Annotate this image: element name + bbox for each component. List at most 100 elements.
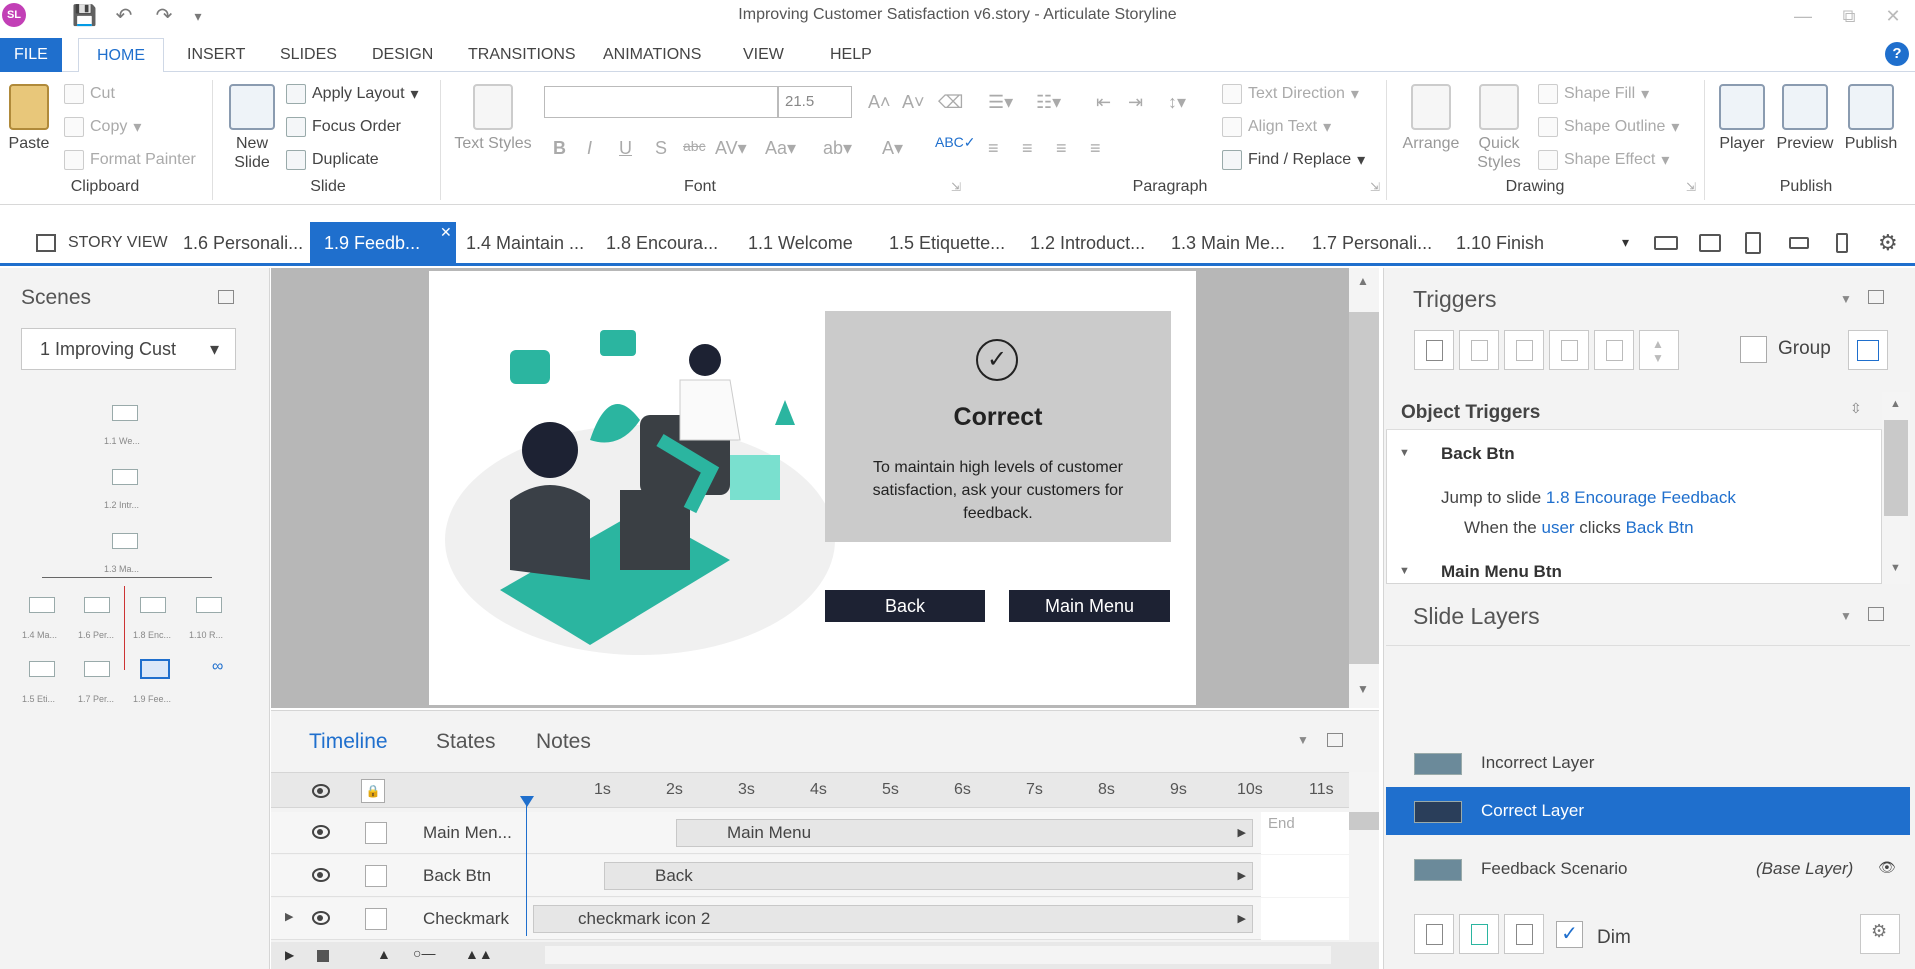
- scrollbar-thumb[interactable]: [1349, 812, 1379, 830]
- undock-panel-icon[interactable]: [1868, 290, 1884, 304]
- tab-slides[interactable]: SLIDES: [262, 38, 355, 72]
- shape-outline-button[interactable]: Shape Outline ▾: [1538, 117, 1679, 137]
- align-center-icon[interactable]: ≡: [1022, 138, 1033, 159]
- scene-node[interactable]: [112, 469, 138, 485]
- scene-node[interactable]: [140, 597, 166, 613]
- scroll-down-icon[interactable]: ▼: [1357, 682, 1369, 696]
- paste-button[interactable]: Paste: [6, 84, 52, 153]
- shadow-icon[interactable]: S: [655, 138, 667, 159]
- tablet-landscape-icon[interactable]: [1699, 234, 1721, 252]
- scene-node-selected[interactable]: [140, 659, 170, 679]
- paste-trigger-button[interactable]: [1549, 330, 1589, 370]
- new-slide-button[interactable]: New Slide: [224, 84, 280, 172]
- dim-checkbox[interactable]: ✓: [1556, 921, 1583, 948]
- grow-font-icon[interactable]: A˄: [868, 92, 891, 113]
- canvas-scrollbar[interactable]: ▲ ▼: [1349, 268, 1379, 708]
- timeline-row[interactable]: ▶ Checkmark checkmark icon 2 ▶: [271, 898, 1349, 940]
- tab-home[interactable]: HOME: [78, 38, 164, 73]
- tab-design[interactable]: DESIGN: [354, 38, 451, 72]
- tab-states[interactable]: States: [436, 730, 496, 754]
- tab-timeline[interactable]: Timeline: [309, 730, 388, 754]
- slide-tab[interactable]: 1.5 Etiquette...: [889, 222, 1005, 264]
- triggers-scrollbar[interactable]: ▲ ▼: [1882, 392, 1910, 584]
- tab-transitions[interactable]: TRANSITIONS: [450, 38, 594, 72]
- scene-node[interactable]: [29, 661, 55, 677]
- collapse-panel-icon[interactable]: ▼: [1840, 292, 1852, 306]
- scene-node[interactable]: [84, 661, 110, 677]
- trigger-when-user[interactable]: user: [1542, 518, 1575, 537]
- scene-node[interactable]: [84, 597, 110, 613]
- copy-button[interactable]: Copy ▾: [64, 117, 141, 137]
- phone-portrait-icon[interactable]: [1836, 233, 1848, 253]
- lock-icon[interactable]: 🔒: [361, 779, 385, 803]
- timeline-bar[interactable]: Back ▶: [604, 862, 1253, 890]
- scene-select[interactable]: 1 Improving Cust ▾: [21, 328, 236, 370]
- slide-tab[interactable]: 1.8 Encoura...: [606, 222, 718, 264]
- story-view-tab[interactable]: STORY VIEW: [68, 222, 168, 264]
- checkmark-icon[interactable]: ✓: [976, 339, 1018, 381]
- gear-icon[interactable]: ⚙: [1878, 230, 1898, 256]
- cut-button[interactable]: Cut: [64, 84, 115, 104]
- timeline-row[interactable]: Back Btn Back ▶: [271, 855, 1349, 897]
- story-view-icon[interactable]: [36, 234, 56, 252]
- arrange-button[interactable]: Arrange: [1396, 84, 1466, 153]
- visibility-eye-icon[interactable]: [312, 825, 330, 839]
- format-painter-button[interactable]: Format Painter: [64, 150, 196, 170]
- increase-indent-icon[interactable]: ⇥: [1128, 92, 1143, 113]
- publish-button[interactable]: Publish: [1840, 84, 1902, 153]
- close-tab-icon[interactable]: ✕: [440, 224, 452, 241]
- find-replace-button[interactable]: Find / Replace ▾: [1222, 150, 1365, 170]
- undock-panel-icon[interactable]: [1327, 733, 1343, 747]
- trigger-action-target[interactable]: 1.8 Encourage Feedback: [1546, 488, 1736, 507]
- align-right-icon[interactable]: ≡: [1056, 138, 1067, 159]
- trigger-object-name[interactable]: Main Menu Btn: [1441, 562, 1562, 582]
- scene-node[interactable]: [29, 597, 55, 613]
- scene-node[interactable]: [112, 405, 138, 421]
- eye-icon[interactable]: 👁: [1878, 859, 1896, 876]
- character-spacing-icon[interactable]: AV▾: [715, 138, 747, 159]
- layer-item-selected[interactable]: Correct Layer: [1386, 787, 1910, 835]
- clear-format-icon[interactable]: ⌫: [938, 92, 963, 113]
- tab-file[interactable]: FILE: [0, 38, 62, 72]
- undock-panel-icon[interactable]: [1868, 607, 1884, 621]
- scene-node[interactable]: [196, 597, 222, 613]
- focus-order-button[interactable]: Focus Order: [286, 117, 401, 137]
- slide-tab[interactable]: 1.4 Maintain ...: [466, 222, 584, 264]
- phone-landscape-icon[interactable]: [1789, 237, 1809, 249]
- timeline-hscrollbar[interactable]: [545, 946, 1331, 964]
- timeline-vscrollbar[interactable]: [1349, 772, 1379, 942]
- text-styles-button[interactable]: Text Styles: [450, 84, 536, 153]
- timeline-bar[interactable]: checkmark icon 2 ▶: [533, 905, 1253, 933]
- slide-tab-active[interactable]: 1.9 Feedb...: [310, 222, 456, 264]
- tab-insert[interactable]: INSERT: [169, 38, 263, 72]
- align-text-button[interactable]: Align Text ▾: [1222, 117, 1331, 137]
- slide-tab[interactable]: 1.3 Main Me...: [1171, 222, 1285, 264]
- spell-check-icon[interactable]: ABC✓: [935, 134, 976, 151]
- player-button[interactable]: Player: [1714, 84, 1770, 153]
- paragraph-dialog-launcher-icon[interactable]: ⇲: [1370, 180, 1380, 194]
- zoom-slider-icon[interactable]: ○—: [413, 945, 435, 961]
- italic-icon[interactable]: I: [587, 138, 592, 159]
- tab-animations[interactable]: ANIMATIONS: [585, 38, 719, 72]
- variables-button[interactable]: [1848, 330, 1888, 370]
- slide-tab[interactable]: 1.7 Personali...: [1312, 222, 1432, 264]
- align-left-icon[interactable]: ≡: [988, 138, 999, 159]
- trigger-condition[interactable]: When the user clicks Back Btn: [1464, 518, 1694, 538]
- link-icon[interactable]: ∞: [212, 658, 223, 676]
- text-direction-button[interactable]: Text Direction ▾: [1222, 84, 1359, 104]
- play-icon[interactable]: ▶: [285, 948, 294, 962]
- strikethrough-icon[interactable]: abc: [683, 138, 706, 154]
- lock-checkbox[interactable]: [365, 908, 387, 930]
- tab-overflow-icon[interactable]: ▾: [1622, 234, 1629, 251]
- copy-trigger-button[interactable]: [1504, 330, 1544, 370]
- apply-layout-button[interactable]: Apply Layout ▾: [286, 84, 419, 104]
- scrollbar-thumb[interactable]: [1349, 312, 1379, 664]
- duplicate-button[interactable]: Duplicate: [286, 150, 379, 170]
- visibility-eye-icon[interactable]: [312, 868, 330, 882]
- scroll-up-icon[interactable]: ▲: [1890, 398, 1901, 410]
- font-size-select[interactable]: 21.5: [778, 86, 852, 118]
- trigger-when-object[interactable]: Back Btn: [1626, 518, 1694, 537]
- shape-fill-button[interactable]: Shape Fill ▾: [1538, 84, 1649, 104]
- layer-item[interactable]: Incorrect Layer: [1386, 739, 1910, 787]
- customize-toolbar-icon[interactable]: ▾: [186, 4, 210, 28]
